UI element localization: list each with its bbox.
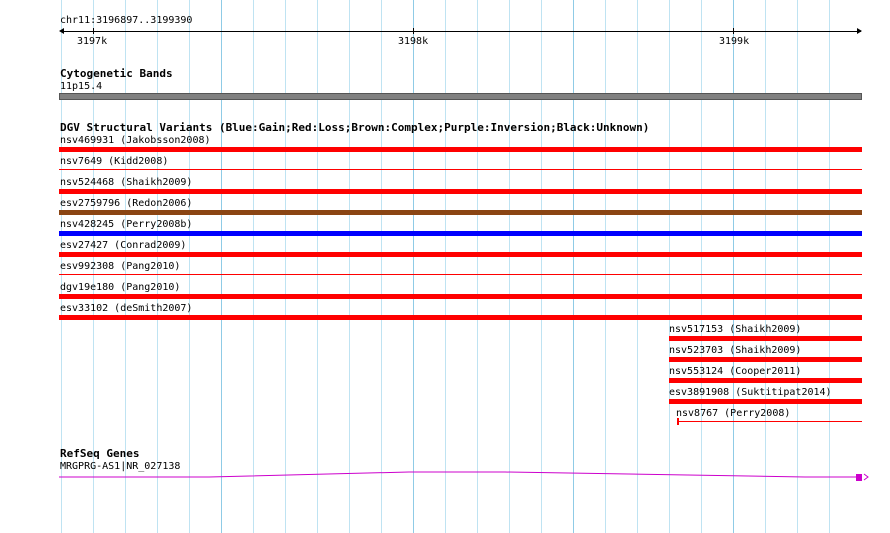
gene-exon	[856, 474, 862, 481]
gene-model-mrgprg-as1[interactable]	[0, 0, 890, 533]
gene-intron-line	[59, 471, 858, 478]
strand-arrow-icon	[863, 473, 869, 481]
genome-browser-panel: chr11:3196897..3199390 3197k 3198k 3199k…	[0, 0, 890, 533]
